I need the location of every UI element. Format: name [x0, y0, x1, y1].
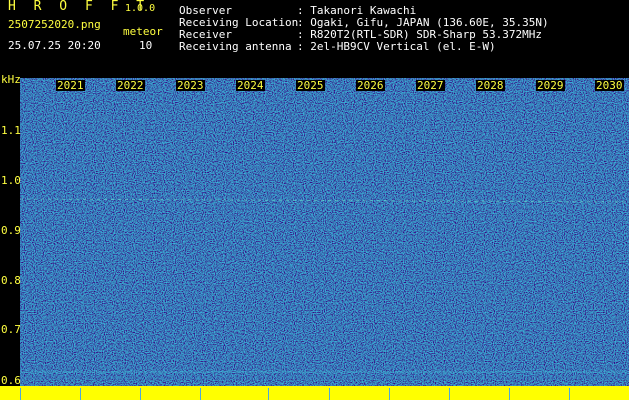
y-tick-3: 0.9	[1, 224, 21, 237]
date-time: 25.07.25 20:20	[8, 39, 101, 52]
year-label: 2029	[536, 79, 565, 92]
year-label: 2027	[416, 79, 445, 92]
meteor-label: meteor	[123, 25, 163, 38]
year-label: 2028	[476, 79, 505, 92]
spectrogram	[20, 78, 629, 386]
time-tick	[80, 388, 81, 400]
axis-unit: kHz	[1, 73, 21, 86]
year-label: 2030	[595, 79, 624, 92]
time-tick	[329, 388, 330, 400]
time-tick	[389, 388, 390, 400]
time-tick	[268, 388, 269, 400]
header-panel: H R O F F T 1.0.0 2507252020.png meteor …	[0, 0, 629, 78]
app-version: 1.0.0	[125, 3, 156, 14]
signal-floor-bar	[0, 386, 629, 400]
spectrogram-image	[20, 78, 629, 386]
y-tick-5: 0.7	[1, 323, 21, 336]
file-name: 2507252020.png	[8, 18, 101, 31]
year-label: 2021	[56, 79, 85, 92]
info-key-antenna: Receiving antenna	[179, 40, 292, 53]
y-tick-2: 1.0	[1, 174, 21, 187]
y-tick-6: 0.6	[1, 374, 21, 387]
year-label: 2023	[176, 79, 205, 92]
year-label: 2024	[236, 79, 265, 92]
y-tick-4: 0.8	[1, 274, 21, 287]
year-label: 2025	[296, 79, 325, 92]
year-label: 2022	[116, 79, 145, 92]
time-tick	[20, 388, 21, 400]
time-tick	[449, 388, 450, 400]
y-tick-1: 1.1	[1, 124, 21, 137]
time-tick	[200, 388, 201, 400]
info-value-antenna: : 2el-HB9CV Vertical (el. E-W)	[297, 40, 496, 53]
time-tick	[140, 388, 141, 400]
time-tick	[569, 388, 570, 400]
meteor-count: 10	[139, 39, 153, 52]
year-label: 2026	[356, 79, 385, 92]
time-tick	[509, 388, 510, 400]
